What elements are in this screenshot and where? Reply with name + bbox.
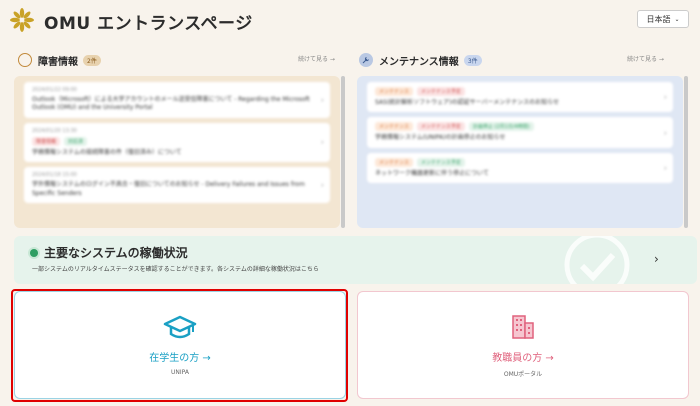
checkmark-icon: [564, 236, 630, 284]
incident-card[interactable]: 2024/01/20 13:30 障害情報 対応済 学務情報システムの接続障害の…: [24, 122, 330, 163]
maintenance-tag: メンテナンス: [375, 157, 413, 167]
student-portal-button[interactable]: 在学生の方 → UNIPA: [14, 291, 346, 399]
chevron-right-icon: ›: [663, 92, 667, 102]
incident-date: 2024/01/22 09:00: [32, 87, 77, 93]
omu-flower-logo-icon[interactable]: [10, 8, 34, 32]
chevron-right-icon: ›: [320, 180, 324, 190]
maintenance-tag: メンテナンス予定: [416, 87, 465, 96]
staff-tile-sub: OMUポータル: [503, 370, 543, 378]
maintenance-scrollbar[interactable]: [684, 76, 688, 228]
maintenance-tag: 計画停止 (2月1日/4時間): [468, 122, 534, 132]
site-title: OMU エントランスページ: [44, 14, 253, 34]
maintenance-text: 学務情報システム(UNIPA)の計画停止のお知らせ: [375, 134, 506, 142]
incident-text: 学外情報システムのログイン不具合・復旧についてのお知らせ - Delivery …: [32, 181, 305, 197]
maintenance-more-link[interactable]: 続けて見る →: [627, 54, 664, 63]
student-tile-sub: UNIPA: [171, 368, 189, 376]
chevron-down-icon: ⌄: [674, 15, 680, 23]
maintenance-tag: メンテナンス: [375, 122, 413, 132]
incident-tag: 対応済: [64, 136, 88, 146]
maintenance-text: SAS(統計解析ソフトウェア)の認証サーバーメンテナンスのお知らせ: [375, 99, 559, 106]
incident-card[interactable]: 2024/01/22 09:00 Outlook（Microsoft）による大学…: [24, 82, 330, 118]
system-status-description: 一部システムのリアルタイムステータスを確認することができます。各システムの詳細な…: [32, 266, 319, 273]
system-status-title: 主要なシステムの稼働状況: [44, 246, 188, 260]
system-status-banner[interactable]: 主要なシステムの稼働状況 一部システムのリアルタイムステータスを確認することがで…: [14, 236, 697, 284]
staff-portal-button[interactable]: 教職員の方 → OMUポータル: [357, 291, 689, 399]
maintenance-card[interactable]: メンテナンス メンテナンス予定 SAS(統計解析ソフトウェア)の認証サーバーメン…: [367, 82, 673, 113]
incident-card[interactable]: 2024/01/18 15:00 学外情報システムのログイン不具合・復旧について…: [24, 167, 330, 203]
maintenance-list: メンテナンス メンテナンス予定 SAS(統計解析ソフトウェア)の認証サーバーメン…: [357, 76, 683, 228]
student-tile-label: 在学生の方 →: [149, 352, 211, 364]
warning-icon: [18, 53, 32, 67]
incident-panel-header: 障害情報 2件: [18, 50, 101, 70]
chevron-right-icon: ›: [320, 95, 324, 105]
maintenance-card[interactable]: メンテナンス メンテナンス予定 計画停止 (2月1日/4時間) 学務情報システム…: [367, 117, 673, 148]
header: OMU エントランスページ 日本語 ⌄: [0, 0, 700, 40]
maintenance-text: ネットワーク機器更新に伴う停止について: [375, 169, 489, 177]
incident-text: 学務情報システムの接続障害の件（復旧済み）について: [32, 148, 182, 156]
incident-title: 障害情報: [38, 56, 78, 68]
staff-tile-label: 教職員の方 →: [492, 352, 554, 364]
incident-date: 2024/01/18 15:00: [32, 172, 77, 179]
incident-count-badge: 2件: [83, 54, 101, 66]
graduation-cap-icon: [163, 315, 197, 338]
maintenance-card[interactable]: メンテナンス メンテナンス予定 ネットワーク機器更新に伴う停止について ›: [367, 152, 673, 184]
maintenance-panel-header: メンテナンス情報 3件: [359, 50, 482, 70]
chevron-right-icon: ›: [654, 252, 659, 266]
chevron-right-icon: ›: [663, 163, 667, 173]
incident-date: 2024/01/20 13:30: [32, 127, 77, 134]
building-icon: [512, 314, 534, 339]
maintenance-tag: メンテナンス予定: [416, 122, 465, 132]
incident-text: Outlook（Microsoft）による大学アカウントのメール送受信障害につい…: [32, 96, 310, 112]
incident-scrollbar[interactable]: [341, 76, 345, 228]
incident-more-link[interactable]: 続けて見る →: [298, 54, 335, 63]
maintenance-title: メンテナンス情報: [379, 56, 459, 68]
incident-list: 2024/01/22 09:00 Outlook（Microsoft）による大学…: [14, 76, 340, 228]
maintenance-tag: メンテナンス予定: [416, 157, 465, 167]
language-select[interactable]: 日本語 ⌄: [637, 10, 689, 28]
wrench-icon: [359, 53, 373, 67]
maintenance-tag: メンテナンス: [375, 87, 413, 96]
maintenance-count-badge: 3件: [463, 54, 482, 66]
language-label: 日本語: [646, 14, 671, 24]
status-dot-icon: [30, 249, 38, 257]
incident-tag: 障害情報: [32, 136, 61, 146]
chevron-right-icon: ›: [320, 137, 324, 147]
chevron-right-icon: ›: [663, 128, 667, 138]
